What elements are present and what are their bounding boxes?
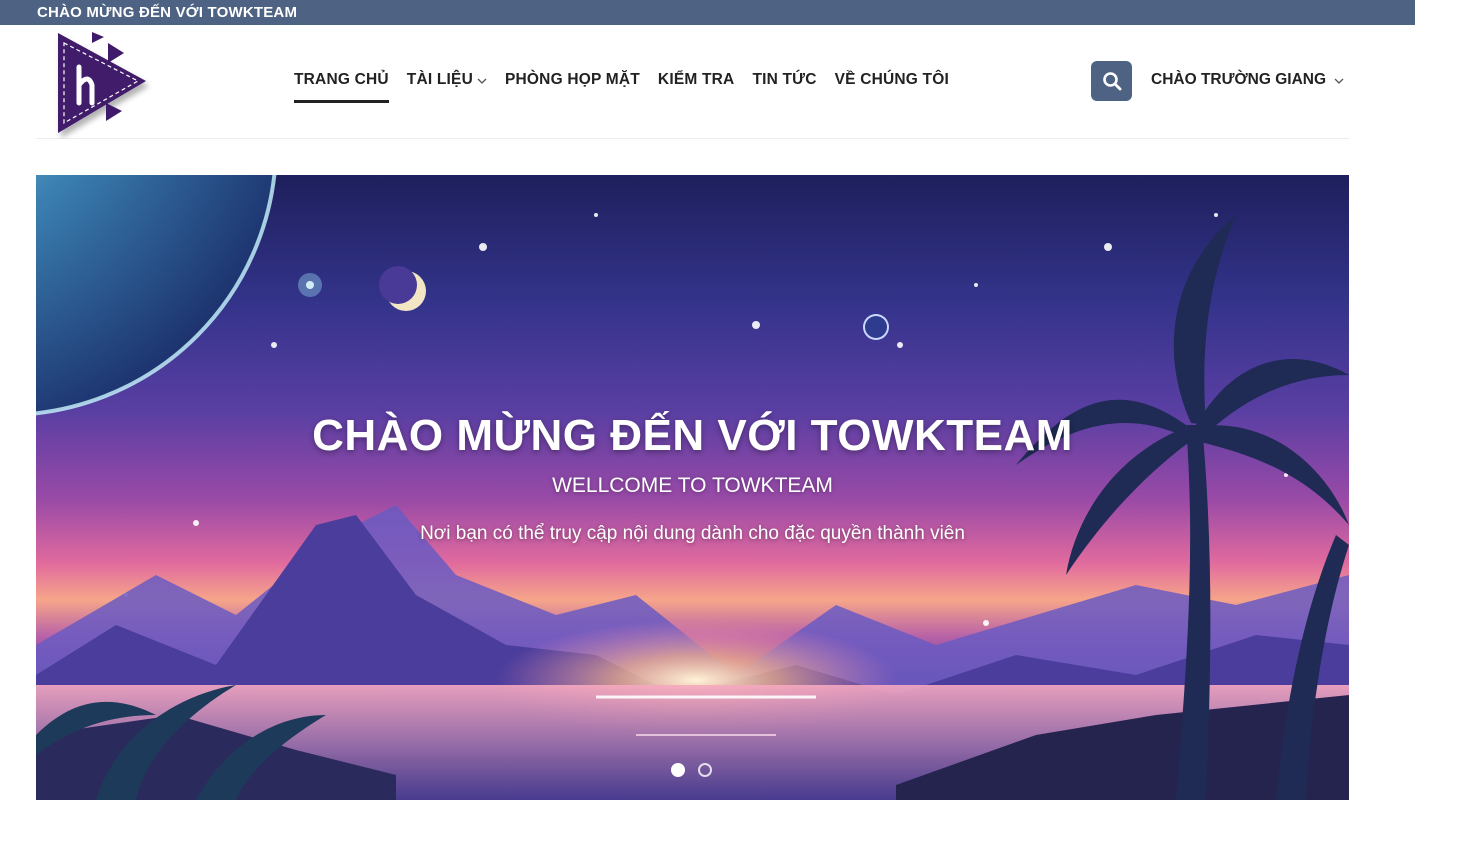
chevron-down-icon [1334,73,1344,84]
hero-title: CHÀO MỪNG ĐẾN VỚI TOWKTEAM [312,411,1073,460]
nav-item-label: TIN TỨC [752,71,817,88]
announcement-text: CHÀO MỪNG ĐẾN VỚI TOWKTEAM [37,4,298,21]
slider-pagination [671,763,712,777]
hero-slider: CHÀO MỪNG ĐẾN VỚI TOWKTEAM WELLCOME TO T… [36,175,1349,800]
nav-item-trang-chu[interactable]: TRANG CHỦ [294,71,389,103]
site-logo[interactable] [52,29,152,139]
nav-item-tai-lieu[interactable]: TÀI LIỆU [407,71,487,103]
top-announcement-bar: CHÀO MỪNG ĐẾN VỚI TOWKTEAM [0,0,1415,25]
hero-description: Nơi bạn có thể truy cập nội dung dành ch… [420,523,965,544]
nav-item-phong-hop-mat[interactable]: PHÒNG HỌP MẶT [505,71,640,103]
search-button[interactable] [1091,61,1132,101]
nav-item-label: KIỂM TRA [657,71,735,88]
slide-dot-1[interactable] [671,763,685,777]
site-header: TRANG CHỦ TÀI LIỆU PHÒNG HỌP MẶT KIỂM TR… [36,25,1349,139]
account-menu[interactable]: CHÀO TRƯỜNG GIANG [1151,71,1344,89]
chevron-down-icon [477,73,487,84]
nav-item-tin-tuc[interactable]: TIN TỨC [752,71,816,103]
nav-item-kiem-tra[interactable]: KIỂM TRA [658,71,735,103]
search-icon [1102,72,1121,91]
account-label: CHÀO TRƯỜNG GIANG [1151,71,1327,88]
slide-dot-2[interactable] [698,763,712,777]
nav-item-ve-chung-toi[interactable]: VỀ CHÚNG TÔI [835,71,949,103]
hero-subtitle: WELLCOME TO TOWKTEAM [552,474,833,497]
nav-item-label: VỀ CHÚNG TÔI [834,71,949,88]
main-nav: TRANG CHỦ TÀI LIỆU PHÒNG HỌP MẶT KIỂM TR… [294,71,967,103]
nav-item-label: TRANG CHỦ [294,71,389,88]
nav-item-label: PHÒNG HỌP MẶT [504,71,640,88]
nav-item-label: TÀI LIỆU [406,71,473,88]
